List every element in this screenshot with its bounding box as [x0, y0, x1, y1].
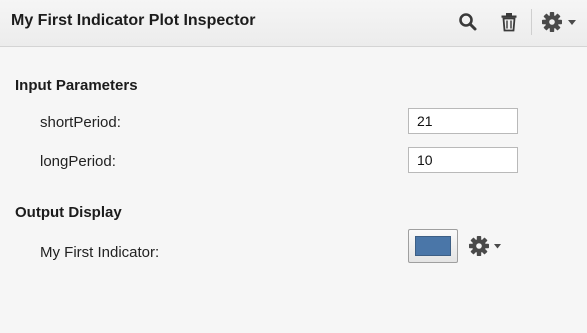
search-icon[interactable]	[456, 10, 480, 34]
short-period-input[interactable]	[408, 108, 518, 134]
output-display-heading: Output Display	[15, 204, 122, 221]
input-parameters-heading: Input Parameters	[15, 77, 138, 94]
plot-color-swatch	[415, 236, 451, 256]
short-period-label: shortPeriod:	[40, 114, 121, 131]
panel-title: My First Indicator Plot Inspector	[11, 12, 256, 29]
long-period-input[interactable]	[408, 147, 518, 173]
plot-color-well[interactable]	[408, 229, 458, 263]
inspector-panel: My First Indicator Plot Inspector Input …	[0, 0, 587, 333]
plot-settings-gear-dropdown-icon[interactable]	[468, 234, 508, 258]
my-first-indicator-label: My First Indicator:	[40, 244, 160, 261]
title-bar: My First Indicator Plot Inspector	[0, 0, 587, 47]
trash-icon[interactable]	[497, 10, 521, 34]
settings-gear-dropdown-icon[interactable]	[541, 10, 581, 34]
toolbar-divider	[531, 9, 532, 35]
long-period-label: longPeriod:	[40, 153, 116, 170]
